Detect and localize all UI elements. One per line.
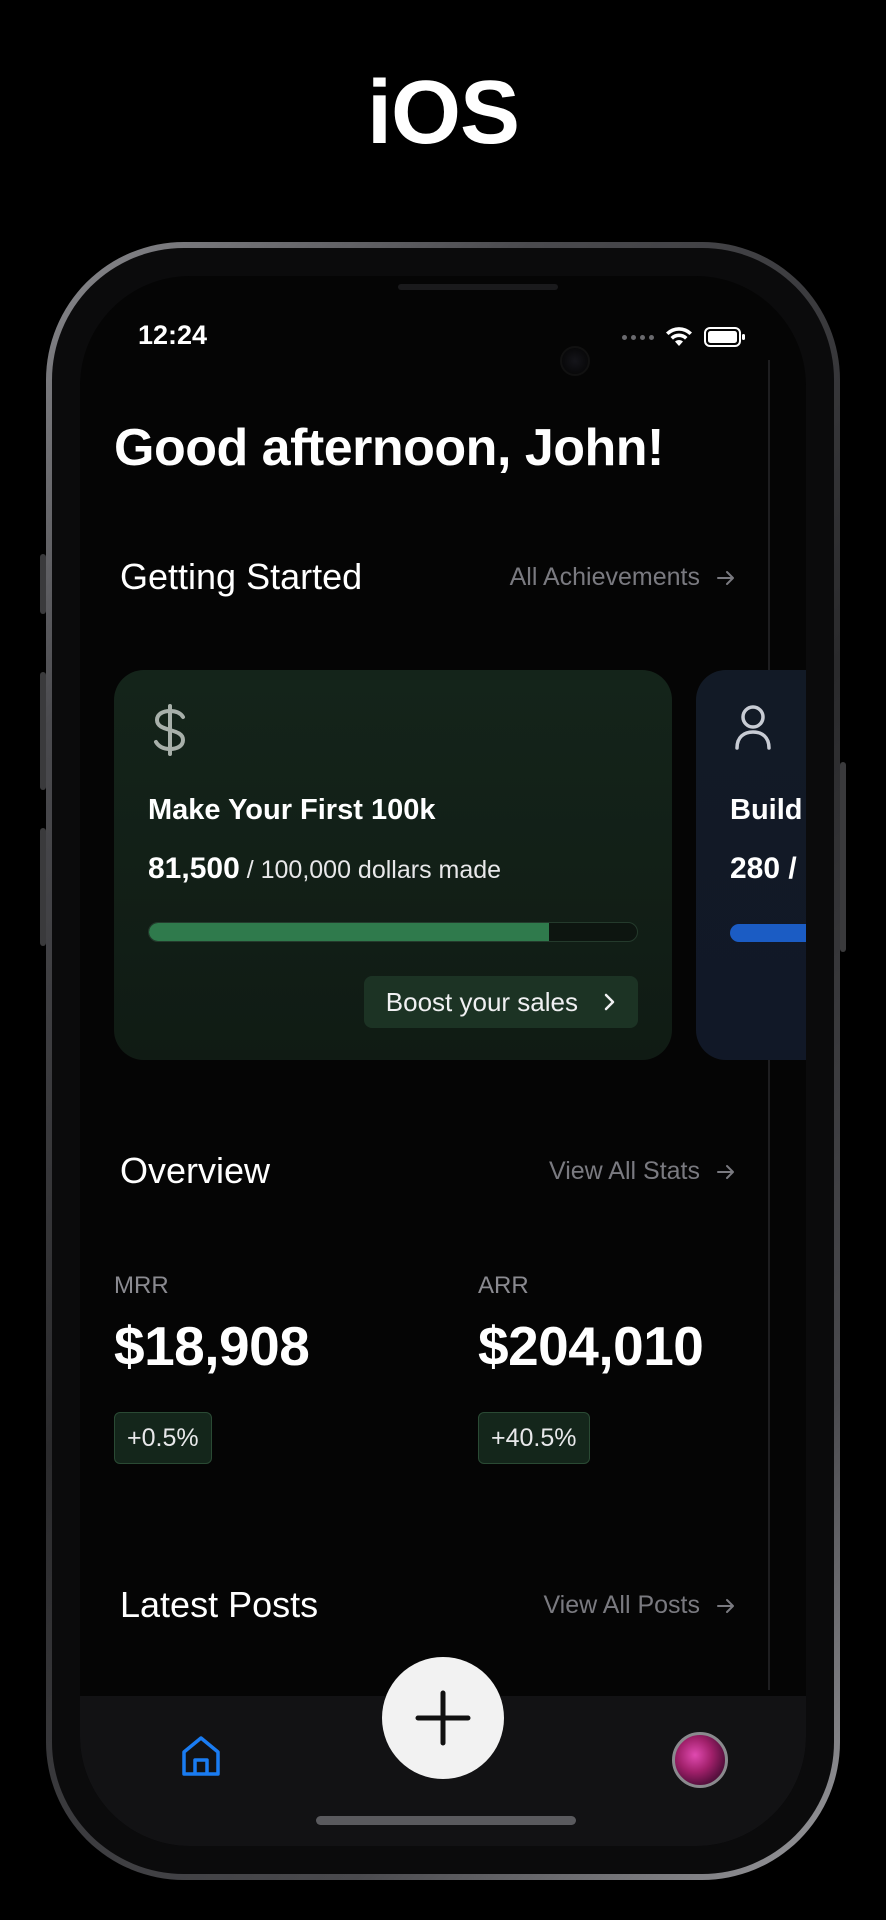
dollar-icon (154, 704, 186, 756)
view-all-posts-label: View All Posts (543, 1591, 700, 1619)
all-achievements-label: All Achievements (509, 563, 700, 591)
stat-label-mrr: MRR (114, 1272, 169, 1299)
card-current-value: 81,500 (148, 852, 240, 885)
stat-change-mrr: +0.5% (114, 1412, 212, 1464)
home-icon[interactable] (180, 1734, 222, 1778)
stat-change-arr: +40.5% (478, 1412, 590, 1464)
earpiece (398, 284, 558, 290)
battery-icon (704, 327, 745, 347)
stat-label-arr: ARR (478, 1272, 529, 1299)
greeting-title: Good afternoon, John! (114, 419, 664, 477)
progress-fill (149, 923, 550, 941)
stat-value-arr: $204,010 (478, 1315, 704, 1377)
wifi-icon (666, 327, 692, 346)
stat-value-mrr: $18,908 (114, 1315, 310, 1377)
getting-started-title: Getting Started (120, 556, 363, 597)
boost-sales-button[interactable]: Boost your sales (363, 976, 638, 1028)
arrow-right-icon (717, 1164, 734, 1179)
card-title: Build (730, 794, 803, 826)
status-icons (622, 326, 746, 348)
silent-switch (40, 554, 46, 614)
boost-sales-label: Boost your sales (385, 986, 578, 1017)
phone-frame: 12:24 Good afternoon, John! Getting Star… (40, 242, 846, 1880)
chevron-right-icon (604, 993, 615, 1011)
home-indicator (316, 1816, 576, 1825)
card-current-value: 280 / (730, 852, 797, 885)
view-all-posts-link[interactable]: View All Posts (543, 1591, 736, 1620)
profile-avatar[interactable] (672, 1732, 728, 1788)
volume-down-button (40, 828, 46, 946)
progress-bar (730, 924, 806, 942)
achievement-card-100k[interactable]: Make Your First 100k 81,500 / 100,000 do… (114, 670, 672, 1060)
cellular-signal-icon (622, 334, 654, 340)
view-all-stats-label: View All Stats (548, 1157, 700, 1185)
achievement-card-build[interactable]: Build 280 / (696, 670, 806, 1060)
card-progress-text: 81,500 / 100,000 dollars made (148, 852, 501, 886)
all-achievements-link[interactable]: All Achievements (510, 563, 736, 592)
card-goal-text: / 100,000 dollars made (246, 856, 502, 884)
plus-icon (415, 1690, 471, 1746)
arrow-right-icon (717, 1598, 734, 1613)
power-button (840, 762, 846, 952)
overview-title: Overview (120, 1150, 271, 1191)
card-title: Make Your First 100k (148, 794, 436, 826)
arrow-right-icon (717, 570, 734, 585)
volume-up-button (40, 672, 46, 790)
platform-title: iOS (366, 63, 520, 163)
phone-screen: 12:24 Good afternoon, John! Getting Star… (80, 276, 806, 1846)
status-time: 12:24 (138, 320, 208, 350)
user-icon (735, 705, 771, 750)
progress-bar (148, 922, 638, 942)
latest-posts-title: Latest Posts (120, 1584, 319, 1625)
add-button[interactable] (382, 1657, 504, 1779)
front-camera (560, 346, 590, 376)
view-all-stats-link[interactable]: View All Stats (549, 1157, 736, 1186)
